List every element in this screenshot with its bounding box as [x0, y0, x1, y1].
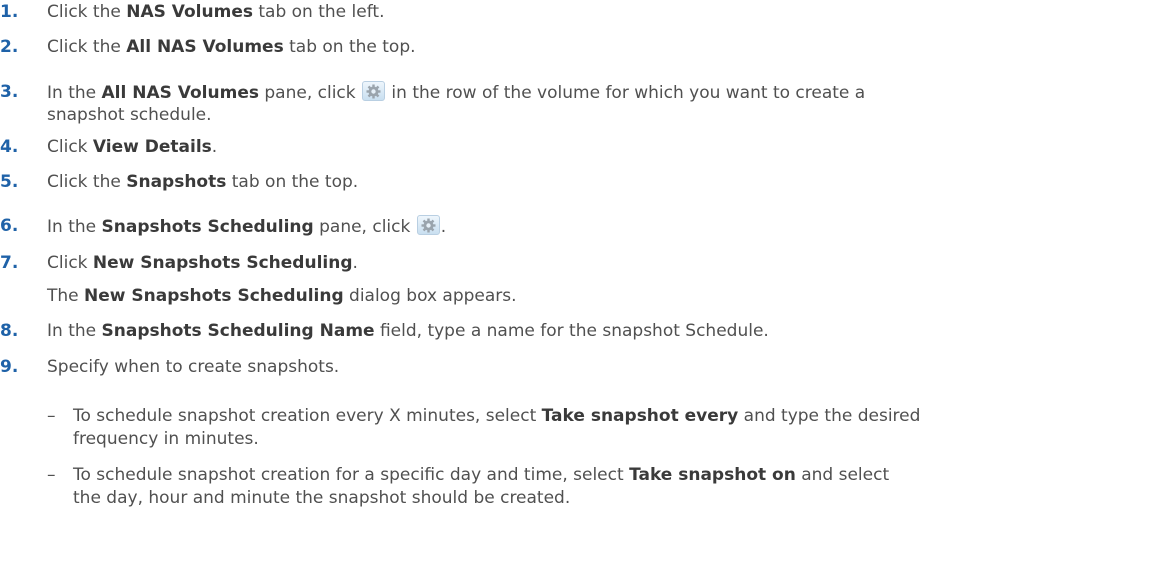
step-text: in the row of the volume for which you w…	[386, 83, 866, 103]
step-text: and select	[795, 465, 890, 485]
step-number: 3.	[0, 82, 19, 102]
step-text: and type the desired	[738, 406, 921, 426]
step-bold: NAS Volumes	[126, 2, 253, 22]
step-text: tab on the top.	[283, 37, 416, 57]
step-text: Click the	[47, 172, 127, 192]
step-text: Click	[47, 253, 93, 273]
step-number: 5.	[0, 172, 19, 192]
step-bold: Snapshots Scheduling	[101, 217, 314, 237]
step-text: tab on the left.	[252, 2, 385, 22]
step-text: pane, click	[313, 217, 416, 237]
step-text: .	[211, 137, 218, 157]
step-bold: New Snapshots Scheduling	[92, 253, 353, 273]
step-text-continued: frequency in minutes.	[73, 429, 259, 449]
step-bold: Take snapshot on	[629, 465, 796, 485]
step-number: 2.	[0, 37, 19, 57]
step-number: 6.	[0, 216, 19, 236]
step-text: pane, click	[258, 83, 362, 103]
step-bold: View Details	[92, 137, 212, 157]
step-bold: Snapshots	[126, 172, 227, 192]
step-bold: New Snapshots Scheduling	[84, 286, 344, 306]
step-text: Specify when to create snapshots.	[47, 357, 340, 377]
step-text: The	[47, 286, 85, 306]
step-bold: Snapshots Scheduling Name	[101, 321, 375, 341]
step-number: 8.	[0, 321, 19, 341]
step-text-continued: snapshot schedule.	[47, 105, 212, 125]
step-bold: Take snapshot every	[541, 406, 739, 426]
gear-icon	[362, 81, 386, 101]
step-number: 4.	[0, 137, 19, 157]
step-bold: All NAS Volumes	[101, 83, 259, 103]
gear-icon	[416, 215, 440, 235]
step-bold: All NAS Volumes	[126, 37, 284, 57]
step-number: 1.	[0, 2, 19, 22]
step-text: In the	[47, 321, 102, 341]
step-text: .	[440, 217, 447, 237]
instruction-document: { "steps": [ {"num": "1.", "pre": "Click…	[0, 0, 1162, 563]
step-text: field, type a name for the snapshot Sche…	[374, 321, 769, 341]
step-text-continued: the day, hour and minute the snapshot sh…	[73, 488, 571, 508]
step-text: dialog box appears.	[343, 286, 517, 306]
step-text: .	[352, 253, 358, 273]
step-number: 9.	[0, 357, 19, 377]
step-text: In the	[47, 83, 102, 103]
step-text: tab on the top.	[226, 172, 359, 192]
step-text: To schedule snapshot creation every X mi…	[73, 406, 542, 426]
step-text-continued: The New Snapshots Scheduling dialog box …	[47, 285, 1150, 308]
dash-bullet: –	[47, 406, 56, 426]
step-text: In the	[47, 217, 102, 237]
dash-bullet: –	[47, 465, 56, 485]
step-number: 7.	[0, 253, 19, 273]
step-text: Click	[47, 137, 93, 157]
step-text: Click the	[47, 37, 127, 57]
step-text: Click the	[47, 2, 127, 22]
step-text: To schedule snapshot creation for a spec…	[73, 465, 630, 485]
